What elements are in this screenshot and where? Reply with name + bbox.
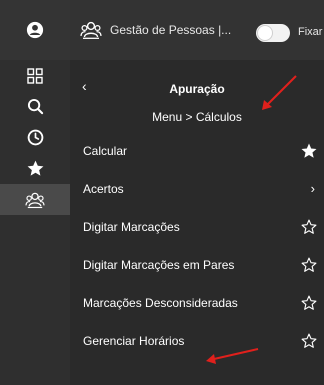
star-outline-icon <box>301 257 317 272</box>
menu-item-digitar-marcacoes[interactable]: Digitar Marcações <box>70 208 324 246</box>
section-header: ‹ Apuração Menu > Cálculos <box>70 60 324 130</box>
favorite-button[interactable] <box>300 256 318 274</box>
menu-item-acertos[interactable]: Acertos › <box>70 170 324 208</box>
rail-recent-button[interactable] <box>0 122 70 153</box>
star-filled-icon <box>301 143 317 158</box>
star-outline-icon <box>301 295 317 310</box>
app-title[interactable]: Gestão de Pessoas |... <box>110 23 231 37</box>
menu-item-calcular[interactable]: Calcular <box>70 132 324 170</box>
panel-header: Gestão de Pessoas |... Fixar <box>70 0 324 60</box>
menu-item-label: Marcações Desconsideradas <box>83 296 238 310</box>
people-group-icon <box>80 21 102 39</box>
search-icon <box>27 98 43 115</box>
pin-menu-label: Fixar <box>298 26 323 38</box>
favorite-button[interactable] <box>300 332 318 350</box>
favorite-button[interactable] <box>300 294 318 312</box>
menu-item-label: Gerenciar Horários <box>83 334 185 348</box>
grid-icon <box>27 67 43 84</box>
star-outline-icon <box>301 333 317 348</box>
section-title: Apuração <box>169 82 225 96</box>
rail-apps-button[interactable] <box>0 60 70 91</box>
pin-menu-toggle[interactable] <box>256 24 290 42</box>
rail-search-button[interactable] <box>0 91 70 122</box>
chevron-right-icon: › <box>310 181 315 196</box>
star-icon <box>27 160 43 176</box>
menu-item-label: Digitar Marcações <box>83 220 180 234</box>
menu-item-label: Digitar Marcações em Pares <box>83 258 235 272</box>
menu-item-gerenciar-horarios[interactable]: Gerenciar Horários <box>70 322 324 360</box>
people-group-icon <box>25 192 45 208</box>
nav-rail <box>0 0 70 385</box>
favorite-button[interactable] <box>300 142 318 160</box>
menu-list: Calcular Acertos › Digitar Marcações Dig… <box>70 132 324 360</box>
menu-item-label: Calcular <box>83 144 128 158</box>
menu-item-digitar-marcacoes-pares[interactable]: Digitar Marcações em Pares <box>70 246 324 284</box>
star-outline-icon <box>301 219 317 234</box>
user-circle-icon <box>26 21 44 39</box>
breadcrumb[interactable]: Menu > Cálculos <box>70 110 324 124</box>
favorite-button[interactable] <box>300 218 318 236</box>
menu-item-marcacoes-desconsideradas[interactable]: Marcações Desconsideradas <box>70 284 324 322</box>
user-profile-button[interactable] <box>0 0 70 60</box>
rail-people-button[interactable] <box>0 184 70 215</box>
menu-panel: Gestão de Pessoas |... Fixar ‹ Apuração … <box>70 0 324 385</box>
menu-item-label: Acertos <box>83 182 124 196</box>
rail-favorites-button[interactable] <box>0 153 70 184</box>
clock-icon <box>27 129 43 146</box>
toggle-knob <box>258 26 272 40</box>
